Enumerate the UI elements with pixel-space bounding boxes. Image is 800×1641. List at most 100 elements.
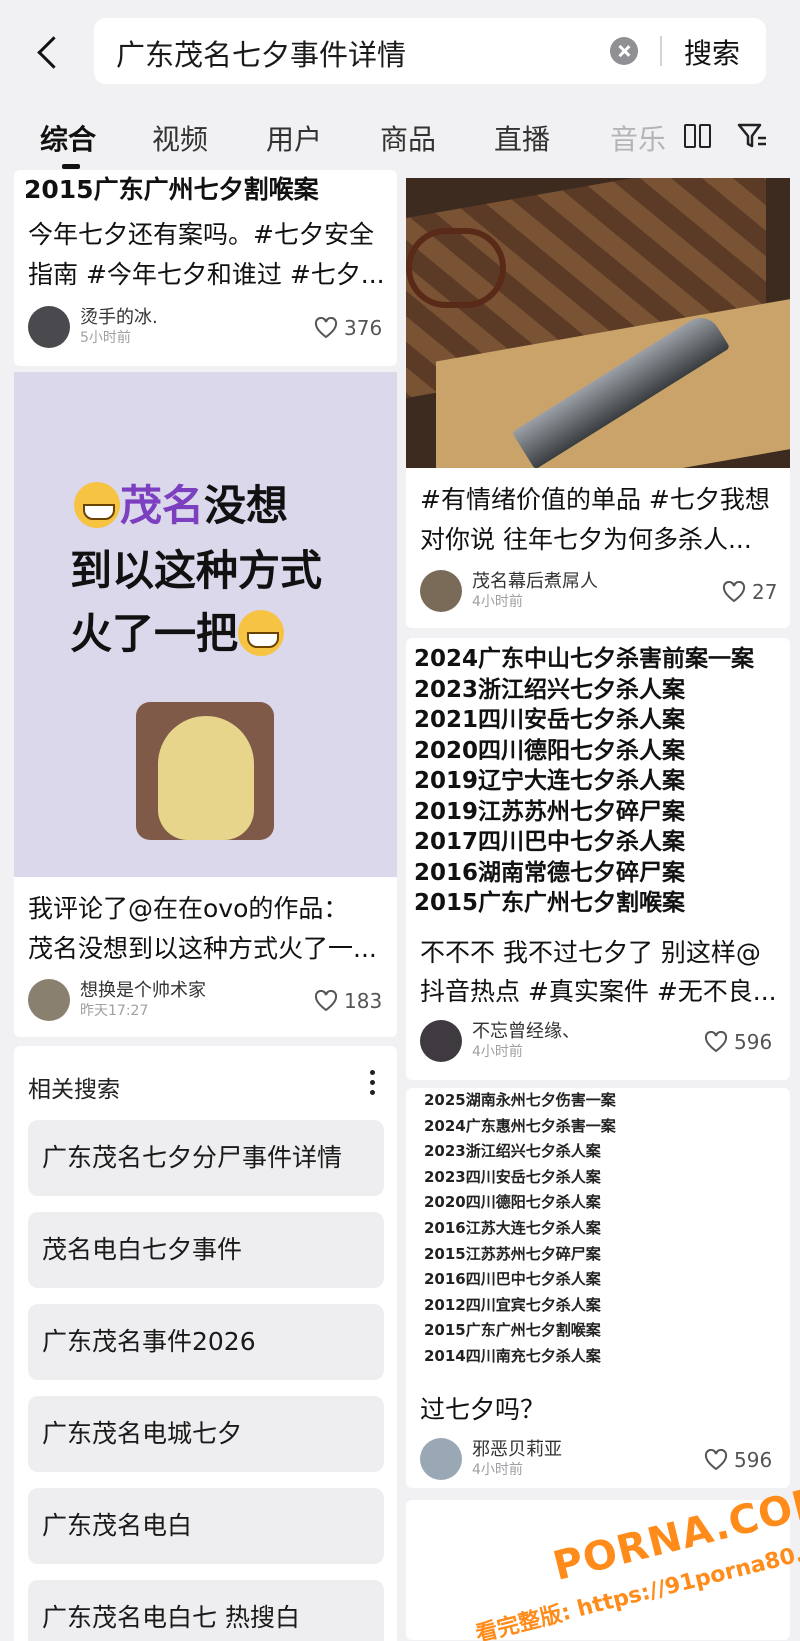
- like-count[interactable]: 27: [722, 580, 777, 604]
- avatar[interactable]: [420, 570, 462, 612]
- author-name[interactable]: 邪恶贝莉亚: [472, 1439, 562, 1461]
- card-author[interactable]: 想换是个帅术家 昨天17:27: [28, 979, 206, 1021]
- clear-icon[interactable]: [610, 37, 638, 65]
- like-count-value: 27: [752, 580, 778, 604]
- meme-text-line: 火了一把: [70, 600, 453, 661]
- like-count[interactable]: 596: [704, 1448, 772, 1472]
- result-card[interactable]: 2025湖南永州七夕伤害一案 2024广东惠州七夕杀害一案 2023浙江绍兴七夕…: [406, 1088, 790, 1488]
- case-list-line: 2012四川宜宾七夕杀人案: [424, 1295, 601, 1314]
- avatar[interactable]: [28, 306, 70, 348]
- post-time: 昨天17:27: [80, 1003, 149, 1019]
- search-button[interactable]: 搜索: [684, 32, 740, 72]
- tab-comprehensive[interactable]: 综合: [40, 118, 96, 158]
- top-search-bar: 广东茂名七夕事件详情 搜索: [0, 0, 800, 100]
- case-list-line: 2019辽宁大连七夕杀人案: [414, 768, 686, 794]
- case-list-line: 2020四川德阳七夕杀人案: [414, 737, 686, 764]
- card-title-line: 抖音热点 #真实案件 #无不良...: [420, 977, 777, 1006]
- card-headline: 2015广东广州七夕割喉案: [24, 175, 319, 204]
- like-count[interactable]: 183: [314, 989, 382, 1013]
- case-list-line: 2019江苏苏州七夕碎尸案: [414, 798, 686, 825]
- meme-face-image: [136, 702, 274, 840]
- filter-icon[interactable]: [736, 120, 768, 152]
- card-title-line: 今年七夕还有案吗。#七夕安全: [28, 220, 374, 249]
- case-list-line: 2015广东广州七夕割喉案: [414, 890, 686, 916]
- back-arrow-icon[interactable]: [30, 30, 66, 74]
- heart-icon[interactable]: [704, 1449, 728, 1471]
- result-card[interactable]: #有情绪价值的单品 #七夕我想 对你说 往年七夕为何多杀人... 茂名幕后煮屌人…: [406, 468, 790, 628]
- post-time: 4小时前: [472, 1462, 523, 1478]
- like-count[interactable]: 376: [314, 316, 382, 340]
- case-list-line: 2023四川安岳七夕杀人案: [424, 1167, 601, 1186]
- post-time: 5小时前: [80, 330, 131, 346]
- related-search-item[interactable]: 茂名电白七夕事件: [28, 1212, 384, 1288]
- case-list-line: 2017四川巴中七夕杀人案: [414, 829, 686, 855]
- case-list-line: 2024广东惠州七夕杀害一案: [424, 1116, 616, 1135]
- case-list-line: 2021四川安岳七夕杀人案: [414, 707, 686, 733]
- case-list-image: 2024广东中山七夕杀害前案一案 2023浙江绍兴七夕杀人案 2021四川安岳七…: [414, 644, 754, 919]
- heart-icon[interactable]: [722, 581, 746, 603]
- avatar[interactable]: [420, 1020, 462, 1062]
- case-list-line: 2020四川德阳七夕杀人案: [424, 1193, 601, 1212]
- heart-icon[interactable]: [314, 317, 338, 339]
- case-list-line: 2023浙江绍兴七夕杀人案: [424, 1142, 601, 1161]
- related-search-item[interactable]: 广东茂名事件2026: [28, 1304, 384, 1380]
- card-title-line: 对你说 往年七夕为何多杀人...: [420, 525, 752, 554]
- author-name[interactable]: 茂名幕后煮屌人: [472, 571, 598, 593]
- case-list-line: 2016江苏大连七夕杀人案: [424, 1218, 601, 1237]
- card-title-line: #有情绪价值的单品 #七夕我想: [420, 485, 770, 514]
- grin-emoji-icon: [74, 482, 120, 528]
- tab-music[interactable]: 音乐: [610, 118, 666, 158]
- avatar[interactable]: [28, 979, 70, 1021]
- meme-text-line: 到以这种方式: [70, 546, 323, 595]
- result-card[interactable]: 我评论了@在在ovo的作品： 茂名没想到以这种方式火了一... 想换是个帅术家 …: [14, 877, 397, 1037]
- case-list-line: 2015江苏苏州七夕碎尸案: [424, 1244, 601, 1263]
- case-list-line: 2024广东中山七夕杀害前案一案: [414, 646, 755, 672]
- card-image[interactable]: 茂名没想 到以这种方式 火了一把: [14, 372, 397, 877]
- post-time: 4小时前: [472, 594, 523, 610]
- like-count-value: 596: [734, 1448, 773, 1472]
- related-search-item[interactable]: 广东茂名电白: [28, 1488, 384, 1564]
- case-list-line: 2023浙江绍兴七夕杀人案: [414, 676, 686, 703]
- card-author[interactable]: 烫手的冰. 5小时前: [28, 306, 158, 348]
- card-author[interactable]: 邪恶贝莉亚 4小时前: [420, 1438, 562, 1480]
- post-time: 4小时前: [472, 1044, 523, 1060]
- search-input[interactable]: 广东茂名七夕事件详情 搜索: [94, 18, 766, 84]
- meme-text-line: 茂名没想: [74, 472, 457, 533]
- related-search-item[interactable]: 广东茂名电城七夕: [28, 1396, 384, 1472]
- related-search-item[interactable]: 广东茂名七夕分尸事件详情: [28, 1120, 384, 1196]
- result-card[interactable]: [406, 1500, 790, 1640]
- more-options-icon[interactable]: [370, 1070, 376, 1096]
- grin-emoji-icon: [238, 610, 285, 656]
- card-author[interactable]: 茂名幕后煮屌人 4小时前: [420, 570, 598, 612]
- card-title-line: 我评论了@在在ovo的作品：: [28, 894, 349, 923]
- search-query-text[interactable]: 广东茂名七夕事件详情: [116, 32, 406, 74]
- like-count-value: 596: [734, 1030, 773, 1054]
- card-title-line: 茂名没想到以这种方式火了一...: [28, 934, 377, 963]
- author-name[interactable]: 想换是个帅术家: [80, 980, 206, 1002]
- heart-icon[interactable]: [314, 990, 338, 1012]
- tab-users[interactable]: 用户: [266, 118, 322, 158]
- like-count[interactable]: 596: [704, 1030, 772, 1054]
- case-list-image: 2025湖南永州七夕伤害一案 2024广东惠州七夕杀害一案 2023浙江绍兴七夕…: [424, 1088, 616, 1370]
- like-count-value: 376: [344, 316, 383, 340]
- result-card[interactable]: 2015广东广州七夕割喉案 今年七夕还有案吗。#七夕安全 指南 #今年七夕和谁过…: [14, 170, 397, 366]
- tab-live[interactable]: 直播: [494, 118, 550, 158]
- card-image[interactable]: [406, 178, 790, 468]
- case-list-line: 2016四川巴中七夕杀人案: [424, 1270, 601, 1289]
- tab-video[interactable]: 视频: [152, 118, 208, 158]
- case-list-line: 2016湖南常德七夕碎尸案: [414, 859, 686, 886]
- related-searches-title: 相关搜索: [28, 1077, 120, 1103]
- card-title-line: 过七夕吗？: [420, 1395, 546, 1424]
- author-name[interactable]: 不忘曾经缘、: [472, 1021, 580, 1043]
- search-tabs: 综合 视频 用户 商品 直播 音乐: [0, 110, 800, 169]
- card-author[interactable]: 不忘曾经缘、 4小时前: [420, 1020, 580, 1062]
- layout-toggle-icon[interactable]: [684, 122, 714, 150]
- tab-products[interactable]: 商品: [380, 118, 436, 158]
- related-search-item[interactable]: 广东茂名电白七 热搜白: [28, 1580, 384, 1641]
- active-tab-indicator: [62, 164, 80, 169]
- avatar[interactable]: [420, 1438, 462, 1480]
- author-name[interactable]: 烫手的冰.: [80, 307, 158, 329]
- result-card[interactable]: 2024广东中山七夕杀害前案一案 2023浙江绍兴七夕杀人案 2021四川安岳七…: [406, 638, 790, 1080]
- heart-icon[interactable]: [704, 1031, 728, 1053]
- search-divider: [660, 36, 662, 66]
